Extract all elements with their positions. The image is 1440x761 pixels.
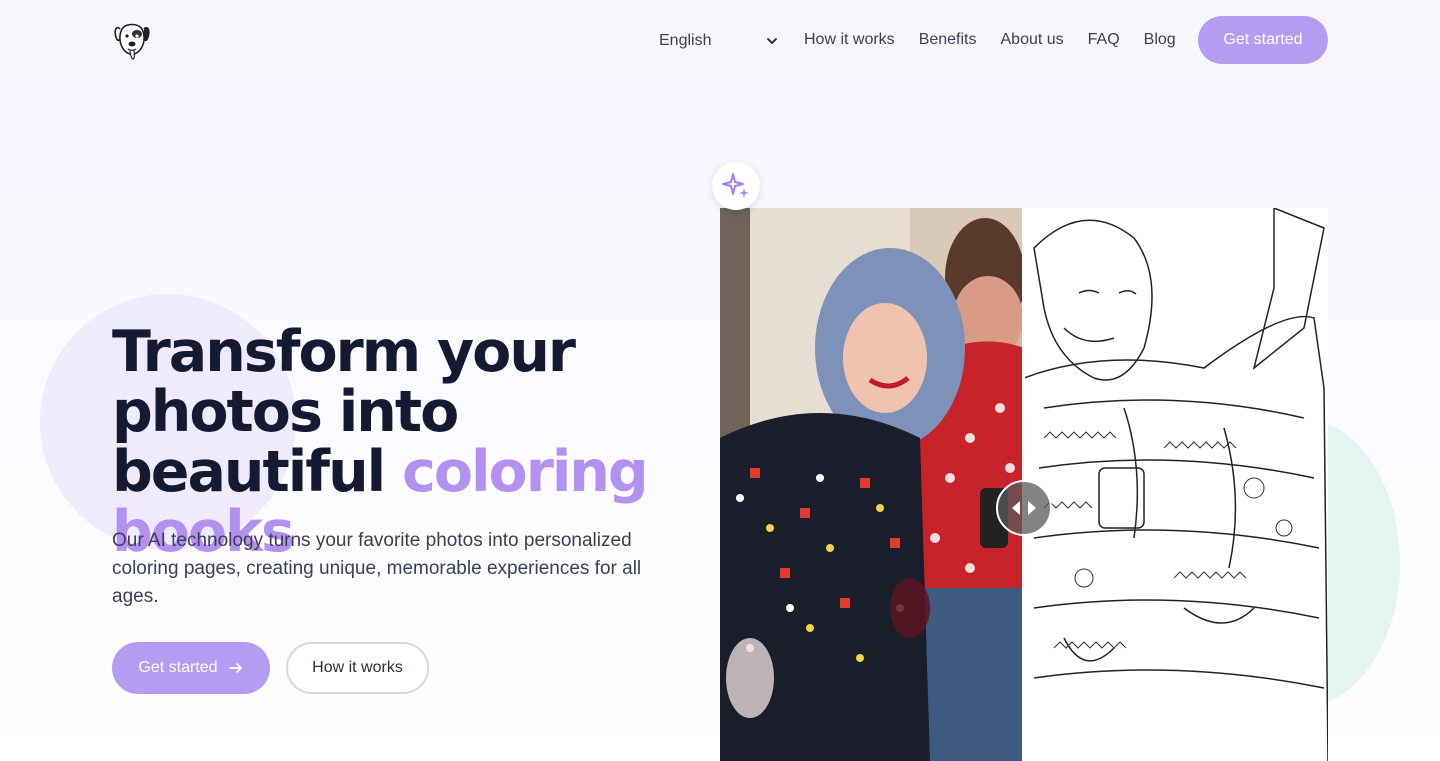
hero-get-started-button[interactable]: Get started — [112, 642, 270, 694]
coloring-page-sketch — [1024, 208, 1328, 761]
sparkles-badge — [712, 162, 760, 210]
nav-link-blog[interactable]: Blog — [1144, 31, 1176, 49]
arrow-right-icon — [228, 663, 242, 673]
header-get-started-button[interactable]: Get started — [1198, 16, 1328, 64]
site-header: English How it works Benefits About us F… — [0, 0, 1440, 80]
dog-logo-icon[interactable] — [112, 19, 152, 61]
sparkles-icon — [722, 173, 749, 198]
left-right-arrows-icon — [1012, 501, 1036, 515]
before-after-comparison[interactable] — [720, 208, 1328, 761]
hero-how-it-works-button[interactable]: How it works — [286, 642, 429, 694]
language-select[interactable]: English — [659, 31, 779, 51]
nav-link-how-it-works[interactable]: How it works — [804, 31, 895, 49]
comparison-slider-handle[interactable] — [996, 480, 1052, 536]
hero-subtitle: Our AI technology turns your favorite ph… — [112, 530, 642, 607]
hero-title: Transform your photos into beautiful col… — [112, 322, 732, 562]
main-nav: How it works Benefits About us FAQ Blog — [804, 31, 1176, 49]
nav-link-benefits[interactable]: Benefits — [919, 31, 977, 49]
hero-get-started-label: Get started — [138, 659, 218, 676]
original-photo — [720, 208, 1024, 761]
language-select-value: English — [659, 32, 712, 49]
nav-link-about-us[interactable]: About us — [1001, 31, 1064, 49]
nav-link-faq[interactable]: FAQ — [1088, 31, 1120, 49]
chevron-down-icon — [767, 38, 777, 44]
